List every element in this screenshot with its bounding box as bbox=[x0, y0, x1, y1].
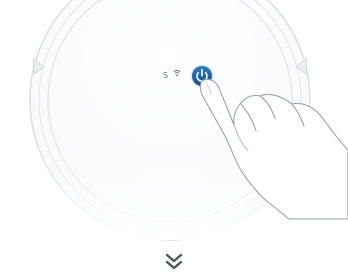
spot-label: S bbox=[163, 71, 168, 80]
robot-vacuum-illustration: S bbox=[0, 0, 348, 270]
double-chevron-down-icon[interactable] bbox=[165, 253, 183, 270]
